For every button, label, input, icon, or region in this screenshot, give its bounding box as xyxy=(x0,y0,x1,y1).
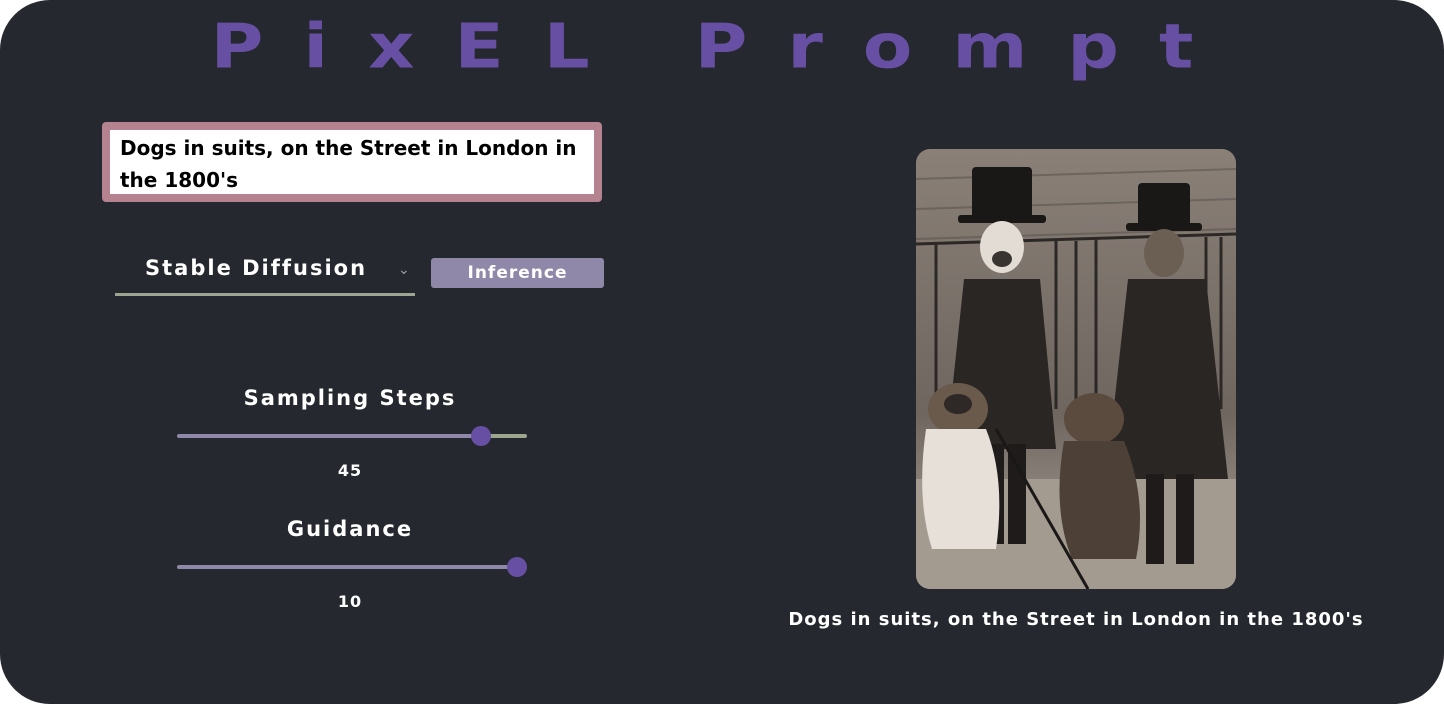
chevron-down-icon: ⌄ xyxy=(398,262,410,278)
image-caption: Dogs in suits, on the Street in London i… xyxy=(788,609,1364,630)
guidance-value: 10 xyxy=(337,592,363,611)
model-select[interactable]: Stable Diffusion ⌄ xyxy=(115,250,415,296)
guidance-label: Guidance xyxy=(286,517,414,541)
app-window: PixEL Prompt Dogs in suits, on the Stree… xyxy=(0,0,1444,704)
guidance-slider-thumb[interactable] xyxy=(507,557,527,577)
generated-image xyxy=(916,149,1236,589)
sampling-steps-label: Sampling Steps xyxy=(243,386,457,410)
sampling-steps-value: 45 xyxy=(337,461,363,480)
guidance-track-filled[interactable] xyxy=(177,565,517,569)
sampling-steps-track-filled[interactable] xyxy=(177,434,481,438)
sampling-steps-slider-thumb[interactable] xyxy=(471,426,491,446)
inference-button[interactable]: Inference xyxy=(431,258,604,288)
model-select-value: Stable Diffusion xyxy=(145,256,368,280)
prompt-input[interactable]: Dogs in suits, on the Street in London i… xyxy=(102,122,602,202)
app-title: PixEL Prompt xyxy=(210,10,1234,82)
